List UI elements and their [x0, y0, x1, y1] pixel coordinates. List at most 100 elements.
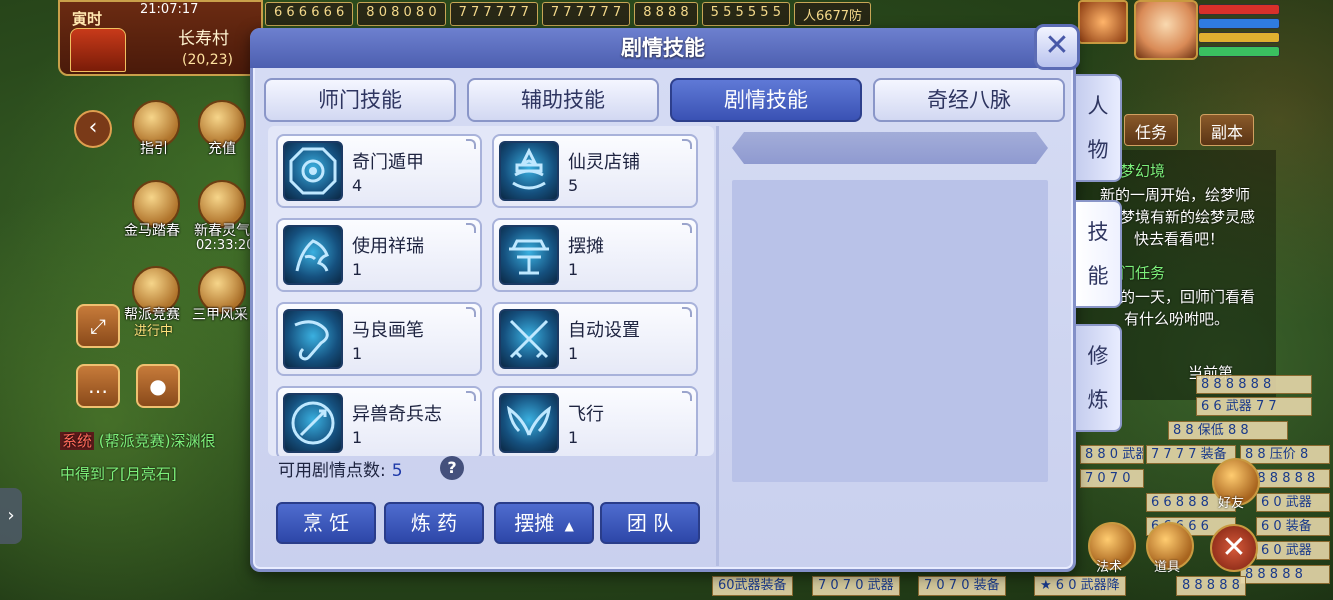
chat-message: 系统 (帮派竞赛)深渊很: [60, 430, 260, 451]
guide-label: 指引: [140, 141, 168, 157]
stall-tag[interactable]: 5 5 5 5 5 5: [701, 2, 790, 26]
chat-text: (帮派竞赛)深渊很: [98, 432, 216, 450]
stall-tag[interactable]: 人6677防: [793, 2, 872, 26]
corner-ornament: [466, 139, 476, 149]
fullscreen-icon[interactable]: ⤢: [76, 304, 120, 348]
game-time-tag: 寅时: [72, 10, 103, 28]
stall-button[interactable]: 摆摊 ▲: [494, 502, 594, 544]
side-tab-char: 修: [1087, 344, 1109, 368]
stall-tag[interactable]: 6 0 武器: [1256, 541, 1330, 560]
skill-card[interactable]: 自动设置 1: [492, 302, 698, 376]
close-menu-icon[interactable]: ✕: [1210, 524, 1258, 572]
tab-meridians[interactable]: 奇经八脉: [873, 78, 1065, 122]
stall-tag[interactable]: 6 0 装备: [1256, 517, 1330, 536]
stall-tag[interactable]: 6 6 武器 7 7: [1196, 397, 1312, 416]
quest-text: 新的一周开始，绘梦师: [1100, 186, 1251, 204]
tab-support-skills[interactable]: 辅助技能: [467, 78, 659, 122]
side-tab-char: 物: [1087, 138, 1109, 162]
skill-card[interactable]: 异兽奇兵志 1: [276, 386, 482, 456]
stall-tag[interactable]: 8 8 0 武器: [1080, 445, 1144, 464]
stall-tag[interactable]: 8 8 8 8 8: [1176, 576, 1246, 596]
skill-list[interactable]: 奇门遁甲 4 仙灵店铺 5 使用祥瑞 1 摆摊 1 马良画笔 1 自动设置 1 …: [268, 126, 714, 456]
skill-card[interactable]: 摆摊 1: [492, 218, 698, 292]
skill-level: 1: [352, 260, 363, 279]
skill-card[interactable]: 使用祥瑞 1: [276, 218, 482, 292]
skill-level: 1: [568, 428, 579, 447]
skill-category-tabs: 师门技能 辅助技能 剧情技能 奇经八脉: [264, 78, 1065, 122]
stall-tag[interactable]: 7 0 7 0: [1080, 469, 1144, 488]
left-drawer-handle[interactable]: ›: [0, 488, 22, 544]
side-tab-character[interactable]: 人物: [1076, 74, 1122, 182]
team-button[interactable]: 团 队: [600, 502, 700, 544]
event-label: 新春灵气: [194, 223, 250, 239]
stall-tag[interactable]: 7 7 7 7 7 7: [541, 2, 631, 26]
stall-tag[interactable]: 7 0 7 0 装备: [918, 576, 1006, 596]
stall-tag[interactable]: 8 8 8 8: [634, 2, 698, 26]
pet-avatar[interactable]: [1078, 0, 1128, 44]
skill-level: 1: [568, 260, 579, 279]
stall-tag[interactable]: 7 0 7 0 武器: [812, 576, 900, 596]
skill-name: 使用祥瑞: [352, 236, 424, 257]
help-icon[interactable]: ?: [440, 456, 464, 480]
side-tab-char: 能: [1087, 264, 1109, 288]
exp-bar: [1198, 46, 1280, 57]
chat-text: 中得到了[月亮石]: [60, 465, 177, 483]
spell-label: 法术: [1096, 560, 1123, 575]
task-tab-label: 任务: [1135, 123, 1168, 142]
quest-title: 梦幻境: [1120, 162, 1166, 180]
lotus-shop-icon: [499, 141, 559, 201]
side-tab-char: 技: [1087, 220, 1109, 244]
stall-tag[interactable]: 6 6 6 6 6 6: [265, 2, 354, 26]
stall-tag[interactable]: 8 0 8 0 8 0: [357, 2, 446, 26]
alchemy-button[interactable]: 炼 药: [384, 502, 484, 544]
tab-story-skills[interactable]: 剧情技能: [670, 78, 862, 122]
dungeon-tab[interactable]: 副本: [1200, 114, 1255, 146]
auspicious-beast-icon: [283, 225, 343, 285]
chat-log[interactable]: 系统 (帮派竞赛)深渊很 中得到了[月亮石]: [60, 430, 260, 490]
sword-medal-icon: [283, 393, 343, 453]
skill-card[interactable]: 马良画笔 1: [276, 302, 482, 376]
stall-tag[interactable]: 8 8 保低 8 8: [1168, 421, 1288, 440]
anger-bar: [1198, 32, 1280, 43]
skill-detail-header: [732, 132, 1048, 164]
top-stall-strip: 6 6 6 6 6 6 8 0 8 0 8 0 7 7 7 7 7 7 7 7 …: [265, 2, 872, 26]
cook-button[interactable]: 烹 饪: [276, 502, 376, 544]
corner-ornament: [466, 391, 476, 401]
side-tab-cultivation[interactable]: 修炼: [1076, 324, 1122, 432]
skill-card[interactable]: 奇门遁甲 4: [276, 134, 482, 208]
side-tab-char: 人: [1087, 94, 1109, 118]
dungeon-tab-label: 副本: [1211, 123, 1244, 142]
stall-tag[interactable]: 8 8 8 8 8: [1240, 565, 1330, 584]
stall-tag[interactable]: 6 0 武器: [1256, 493, 1330, 512]
close-button[interactable]: ✕: [1034, 24, 1080, 70]
stall-tag[interactable]: ★ 6 0 武器降: [1034, 576, 1126, 596]
task-tab[interactable]: 任务: [1124, 114, 1179, 146]
skill-name: 马良画笔: [352, 320, 424, 341]
minimap-panel[interactable]: 寅时 21:07:17 长寿村 (20,23): [58, 0, 263, 76]
side-tab-skills[interactable]: 技能: [1076, 200, 1122, 308]
chat-channel-tag: 系统: [60, 432, 95, 450]
stall-tag[interactable]: 8 8 压价 8: [1240, 445, 1330, 464]
microphone-icon[interactable]: ●: [136, 364, 180, 408]
chat-bubble-icon[interactable]: …: [76, 364, 120, 408]
skill-name: 自动设置: [568, 320, 640, 341]
skill-name: 仙灵店铺: [568, 152, 640, 173]
event-status: 进行中: [134, 324, 174, 339]
mp-bar: [1198, 18, 1280, 29]
collapse-arrow-button[interactable]: ‹: [74, 110, 112, 148]
dialog-title-bar: 剧情技能: [250, 28, 1076, 68]
corner-ornament: [466, 223, 476, 233]
stall-tag[interactable]: 8 8 8 8 8 8: [1196, 375, 1312, 394]
skill-level: 5: [568, 176, 579, 195]
skill-card[interactable]: 仙灵店铺 5: [492, 134, 698, 208]
stall-tag[interactable]: 7 7 7 7 7 7: [449, 2, 538, 26]
tab-sect-skills[interactable]: 师门技能: [264, 78, 456, 122]
wings-icon: [499, 393, 559, 453]
player-avatar[interactable]: [1134, 0, 1198, 60]
points-value: 5: [391, 461, 403, 481]
stall-tag[interactable]: 60武器装备: [712, 576, 793, 596]
corner-ornament: [682, 307, 692, 317]
skill-card[interactable]: 飞行 1: [492, 386, 698, 456]
available-points: 可用剧情点数: 5: [278, 456, 403, 481]
recharge-label: 充值: [208, 141, 236, 157]
